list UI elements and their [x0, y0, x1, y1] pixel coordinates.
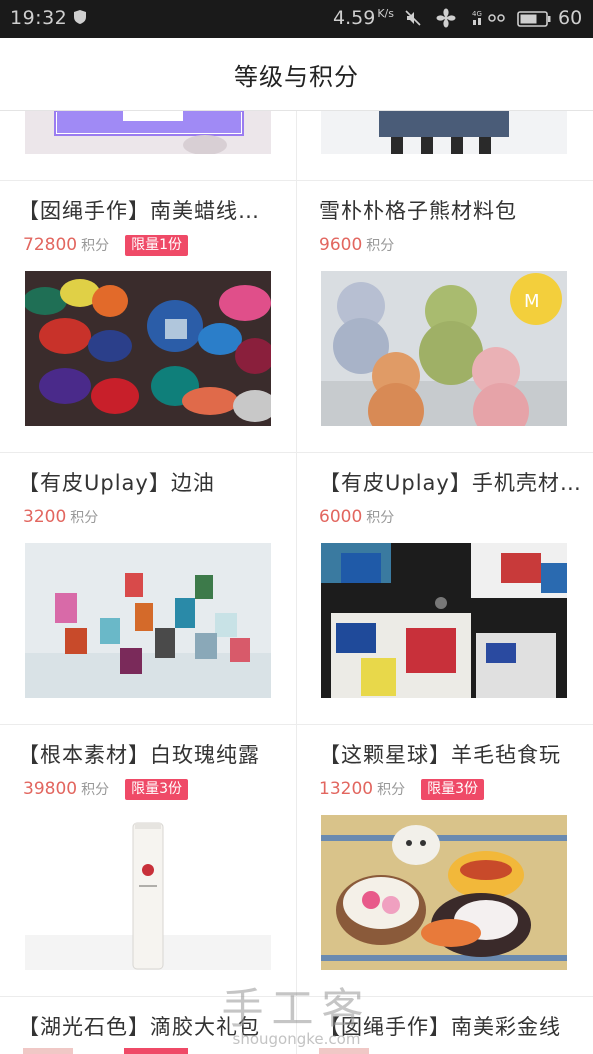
product-card[interactable] [297, 111, 593, 181]
product-card[interactable]: 【这颗星球】羊毛毡食玩 13200 积分 限量3份 [297, 725, 593, 996]
product-price: 9600 积分 [319, 234, 394, 256]
product-image [25, 815, 271, 970]
limit-badge: 限量3份 [421, 778, 485, 800]
points-unit: 积分 [366, 510, 395, 526]
product-points-partial [23, 1048, 73, 1054]
points-unit: 积分 [377, 782, 406, 798]
watermark: 手工客 shougongke.com [0, 975, 593, 1048]
product-points: 72800 [23, 235, 78, 255]
product-image [321, 543, 567, 698]
product-points: 3200 [23, 507, 67, 527]
page-title: 等级与积分 [234, 62, 359, 91]
points-unit: 积分 [81, 782, 110, 798]
page-header: 等级与积分 [0, 38, 593, 111]
points-unit: 积分 [81, 238, 110, 254]
product-points: 39800 [23, 779, 78, 799]
product-image [25, 271, 271, 426]
column-divider [296, 111, 297, 1054]
product-image [25, 543, 271, 698]
watermark-url: shougongke.com [232, 1030, 361, 1048]
limit-badge: 限量3份 [125, 778, 189, 800]
product-name: 【这颗星球】羊毛毡食玩 [319, 743, 561, 767]
product-price: 3200 积分 [23, 506, 98, 528]
product-points-partial [319, 1048, 369, 1054]
product-image [25, 111, 271, 154]
product-name: 雪朴朴格子熊材料包 [319, 199, 517, 223]
points-unit: 积分 [366, 238, 395, 254]
product-points: 13200 [319, 779, 374, 799]
product-image [321, 815, 567, 970]
product-points: 9600 [319, 235, 363, 255]
product-card[interactable]: 雪朴朴格子熊材料包 9600 积分 M [297, 181, 593, 452]
points-unit: 积分 [70, 510, 99, 526]
product-price: 72800 积分 限量1份 [23, 234, 189, 256]
product-name: 【囡绳手作】南美蜡线… [18, 199, 260, 223]
product-name: 【有皮Uplay】手机壳材… [319, 471, 582, 495]
product-card[interactable]: 【有皮Uplay】边油 3200 积分 [0, 453, 296, 724]
svg-text:M: M [524, 291, 540, 312]
watermark-text: 手工客 [221, 984, 372, 1033]
product-name: 【根本素材】白玫瑰纯露 [18, 743, 260, 767]
product-grid: 【囡绳手作】南美蜡线… 72800 积分 限量1份 雪朴朴格子熊材料包 9600… [0, 0, 593, 1054]
product-points: 6000 [319, 507, 363, 527]
product-name: 【有皮Uplay】边油 [18, 471, 215, 495]
product-card[interactable]: 【囡绳手作】南美蜡线… 72800 积分 限量1份 [0, 181, 296, 452]
product-card[interactable]: 【有皮Uplay】手机壳材… 6000 积分 [297, 453, 593, 724]
limit-badge: 限量1份 [125, 234, 189, 256]
product-price: 6000 积分 [319, 506, 394, 528]
product-card[interactable] [0, 111, 296, 181]
product-image: M [321, 271, 567, 426]
limit-badge-partial [124, 1048, 188, 1054]
product-price: 39800 积分 限量3份 [23, 778, 189, 800]
product-image [321, 111, 567, 154]
product-card[interactable]: 【根本素材】白玫瑰纯露 39800 积分 限量3份 [0, 725, 296, 996]
product-price: 13200 积分 限量3份 [319, 778, 485, 800]
